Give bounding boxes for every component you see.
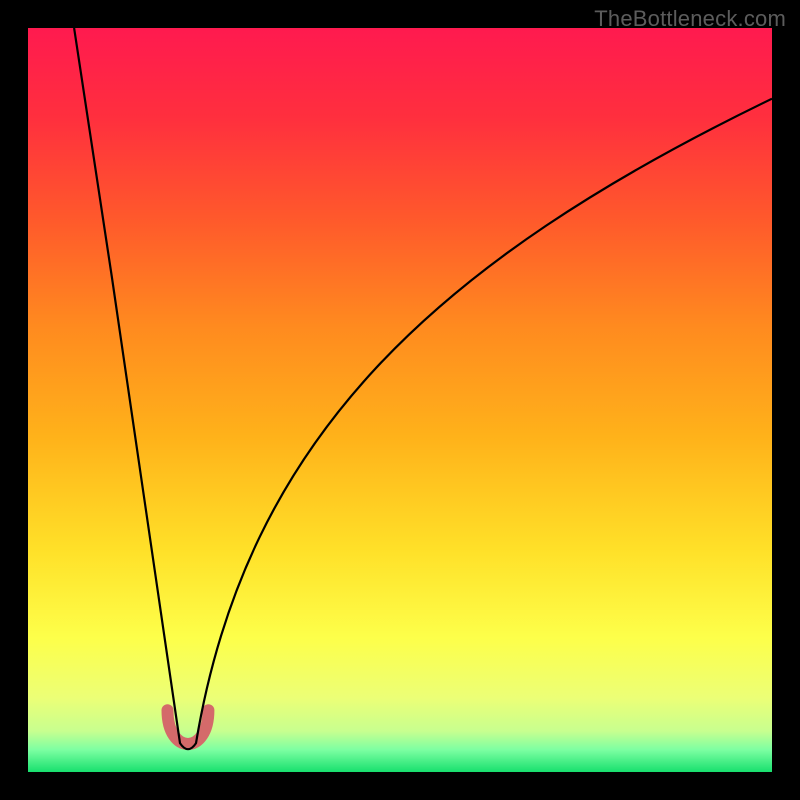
watermark-text: TheBottleneck.com [594, 6, 786, 32]
chart-outer-frame: TheBottleneck.com [0, 0, 800, 800]
chart-plot-area [28, 28, 772, 772]
chart-svg [28, 28, 772, 772]
gradient-background [28, 28, 772, 772]
